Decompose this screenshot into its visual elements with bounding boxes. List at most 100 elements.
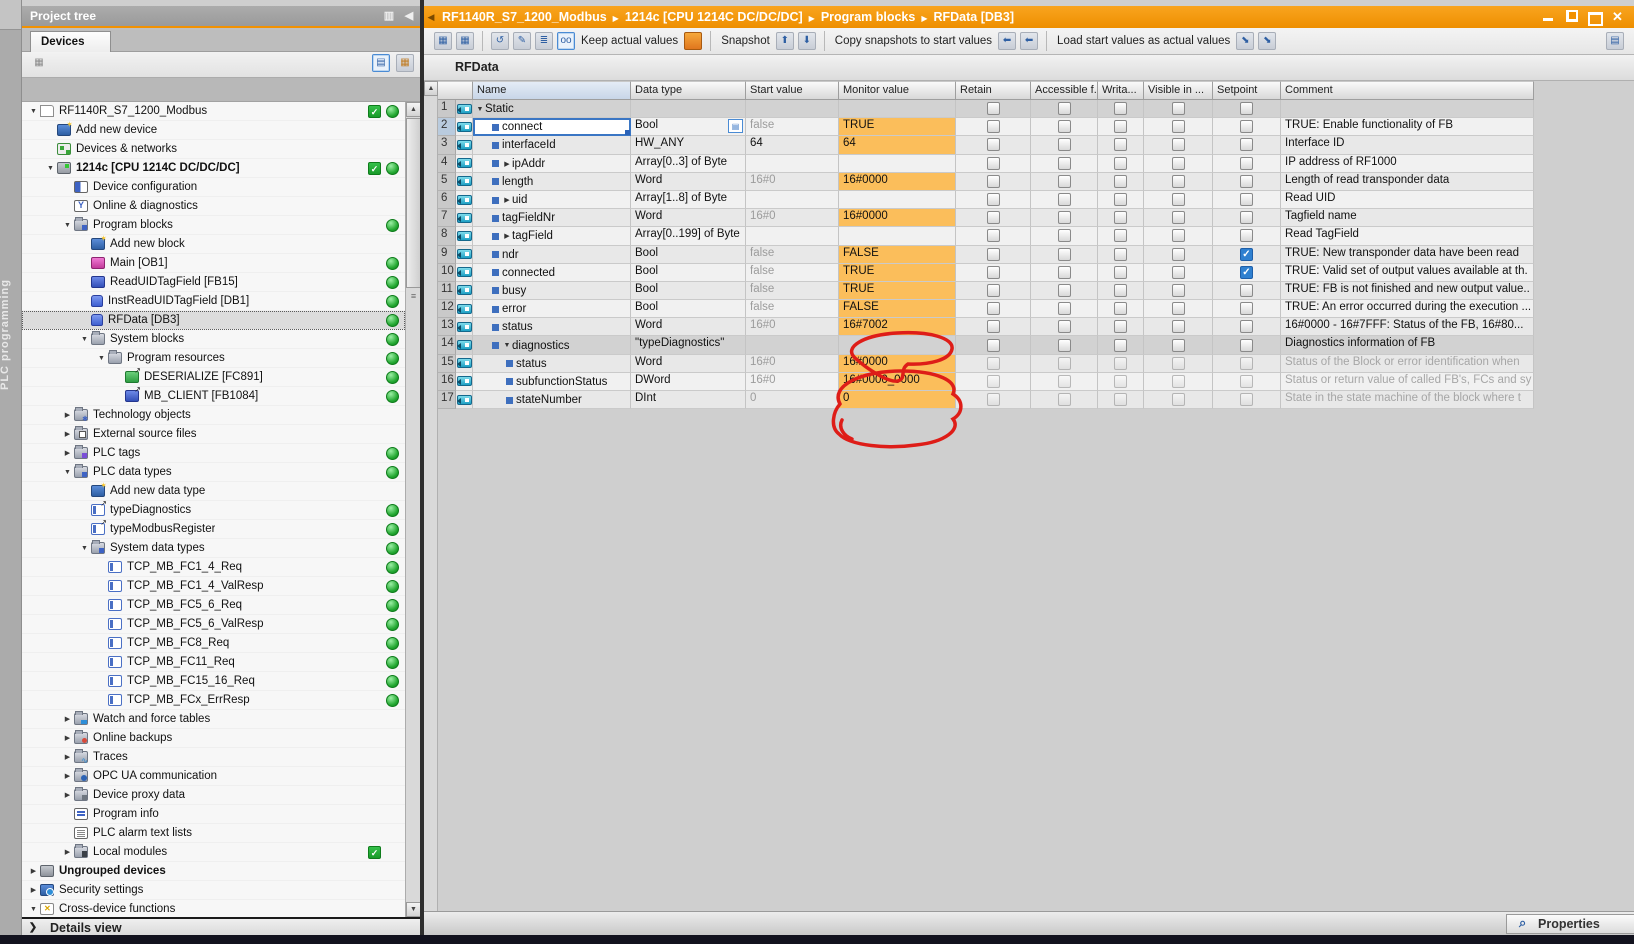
name-cell-selected[interactable]: connect [473,118,631,136]
visible-checkbox[interactable] [1172,284,1185,297]
writable-checkbox[interactable] [1114,266,1127,279]
writable-checkbox[interactable] [1114,248,1127,261]
visible-checkbox[interactable] [1172,248,1185,261]
retain-checkbox[interactable] [987,229,1000,242]
accessible-checkbox[interactable] [1058,320,1071,333]
data-type-cell[interactable]: Bool [631,300,746,318]
tree-item[interactable]: ▶Online backups [22,729,405,748]
project-tree-scrollbar[interactable]: ▲ ≡ ▼ [405,102,420,917]
monitor-value-cell[interactable]: 16#0000 [839,209,956,227]
retain-checkbox[interactable] [987,284,1000,297]
monitor-value-cell[interactable]: TRUE [839,118,956,136]
reset-start-values-icon[interactable]: ↺ [491,32,509,50]
row-number[interactable]: 4 [438,155,456,173]
row-expander-icon[interactable]: ▶ [502,160,512,168]
retain-checkbox[interactable] [987,193,1000,206]
setpoint-checkbox[interactable] [1240,393,1253,406]
start-value-cell[interactable]: 16#0 [746,209,839,227]
start-value-cell[interactable]: false [746,282,839,300]
writable-checkbox[interactable] [1114,120,1127,133]
accessible-checkbox[interactable] [1058,302,1071,315]
monitor-value-cell[interactable]: 16#0000 [839,355,956,373]
start-value-cell[interactable]: 16#0 [746,373,839,391]
variable-name[interactable]: busy [502,285,526,297]
comment-cell[interactable]: Length of read transponder data [1281,173,1534,191]
row-expander-icon[interactable]: ▼ [502,342,512,349]
data-type-cell[interactable]: Array[0..3] of Byte [631,155,746,173]
collapse-editor-icon[interactable]: ◀ [424,12,438,23]
copy-snapshots-icon[interactable]: ⬅ [998,32,1016,50]
retain-checkbox[interactable] [987,102,1000,115]
retain-checkbox[interactable] [987,302,1000,315]
tree-item[interactable]: ▶Ungrouped devices [22,862,405,881]
tree-expander-icon[interactable]: ▼ [45,165,56,172]
accessible-checkbox[interactable] [1058,393,1071,406]
scrollbar-thumb[interactable] [406,118,421,288]
writable-checkbox[interactable] [1114,339,1127,352]
tab-devices[interactable]: Devices [30,31,111,52]
breadcrumb-item[interactable]: RFData [DB3] [933,10,1014,24]
column-header-monitor-value[interactable]: Monitor value [839,81,956,100]
monitor-value-cell[interactable]: FALSE [839,246,956,264]
setpoint-checkbox[interactable] [1240,211,1253,224]
row-number[interactable]: 2 [438,118,456,136]
tree-expander-icon[interactable]: ▼ [28,108,39,115]
accessible-checkbox[interactable] [1058,211,1071,224]
comment-cell[interactable]: TRUE: Enable functionality of FB [1281,118,1534,136]
writable-checkbox[interactable] [1114,138,1127,151]
tree-item[interactable]: ▶Watch and force tables [22,710,405,729]
create-snapshot-icon[interactable]: ⬆ [776,32,794,50]
variable-name[interactable]: stateNumber [516,394,582,406]
name-cell[interactable]: ndr [473,246,631,264]
tree-item[interactable]: typeDiagnostics [22,501,405,520]
data-type-cell[interactable]: Bool [631,246,746,264]
tree-item[interactable]: Program info [22,805,405,824]
tree-expander-icon[interactable]: ▶ [62,430,73,438]
comment-cell[interactable]: Tagfield name [1281,209,1534,227]
accessible-checkbox[interactable] [1058,175,1071,188]
row-number[interactable]: 13 [438,318,456,336]
row-number[interactable]: 16 [438,373,456,391]
setpoint-checkbox[interactable] [1240,284,1253,297]
name-cell[interactable]: subfunctionStatus [473,373,631,391]
tree-expander-icon[interactable]: ▶ [62,791,73,799]
new-item-icon[interactable]: ▦ [30,55,48,73]
variable-name[interactable]: Static [485,103,514,115]
monitor-value-cell[interactable]: 0 [839,391,956,409]
tree-item[interactable]: ▼System data types [22,539,405,558]
monitor-value-cell[interactable] [839,155,956,173]
setpoint-checkbox[interactable] [1240,193,1253,206]
start-value-cell[interactable]: false [746,118,839,136]
name-cell[interactable]: connected [473,264,631,282]
tree-item[interactable]: TCP_MB_FC5_6_ValResp [22,615,405,634]
tree-expander-icon[interactable]: ▼ [79,545,90,552]
modify-values-icon[interactable]: ✎ [513,32,531,50]
visible-checkbox[interactable] [1172,157,1185,170]
setpoint-checkbox[interactable]: ✓ [1240,248,1253,261]
tree-item-selected[interactable]: RFData [DB3] [22,311,405,330]
data-type-cell[interactable]: Word [631,209,746,227]
row-number[interactable]: 3 [438,136,456,154]
monitor-value-cell[interactable] [839,100,956,118]
tree-item[interactable]: TCP_MB_FC1_4_Req [22,558,405,577]
variable-name[interactable]: ndr [502,249,519,261]
tree-expander-icon[interactable]: ▶ [62,753,73,761]
column-header-retain[interactable]: Retain [956,81,1031,100]
visible-checkbox[interactable] [1172,102,1185,115]
start-value-cell[interactable] [746,227,839,245]
writable-checkbox[interactable] [1114,393,1127,406]
row-number[interactable]: 7 [438,209,456,227]
column-header-accessible-f[interactable]: Accessible f... [1031,81,1098,100]
writable-checkbox[interactable] [1114,284,1127,297]
row-number[interactable]: 6 [438,191,456,209]
monitor-value-cell[interactable] [839,227,956,245]
tree-item[interactable]: ▼System blocks [22,330,405,349]
data-type-cell[interactable]: DInt [631,391,746,409]
expand-editor-icon[interactable]: ▤ [1606,32,1624,50]
tree-expander-icon[interactable]: ▶ [28,886,39,894]
column-header-visible-in[interactable]: Visible in ... [1144,81,1213,100]
writable-checkbox[interactable] [1114,357,1127,370]
variable-name[interactable]: status [516,358,547,370]
comment-cell[interactable]: Diagnostics information of FB [1281,336,1534,354]
comment-cell[interactable]: TRUE: Valid set of output values availab… [1281,264,1534,282]
